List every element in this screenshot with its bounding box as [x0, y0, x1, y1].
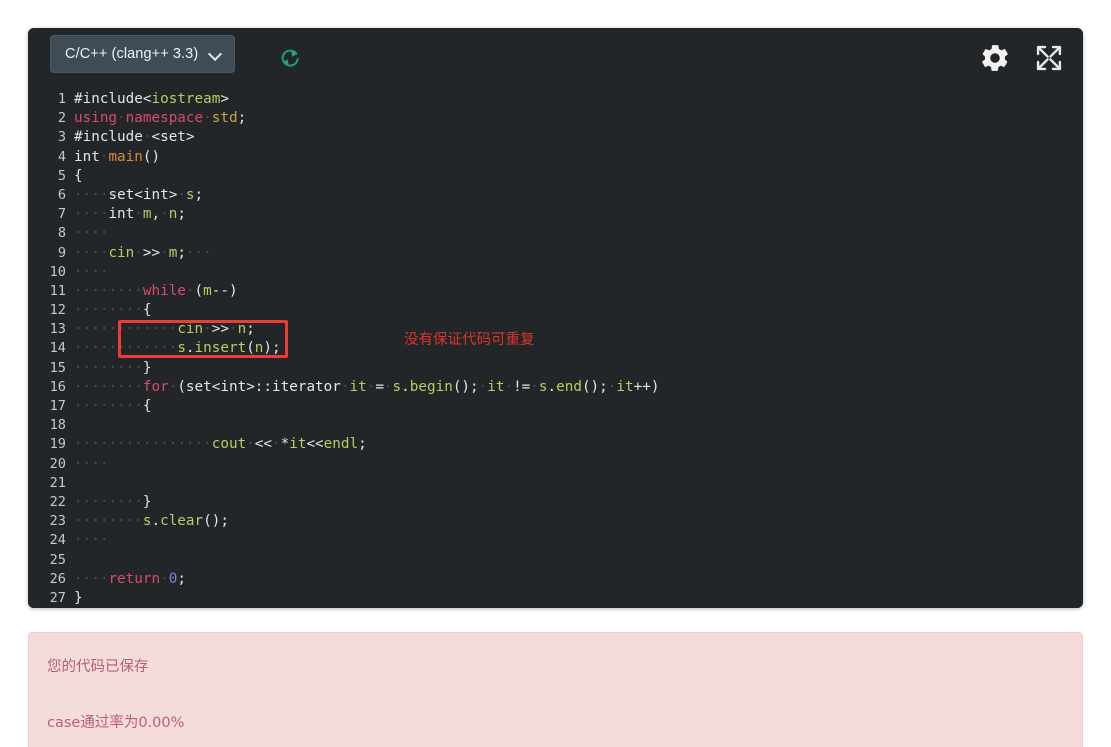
line-number: 9 — [57, 244, 66, 261]
code-line-text: ····return·0; — [74, 570, 186, 587]
code-line-text: ···· — [74, 532, 109, 549]
code-line[interactable]: 4 int·main() — [28, 148, 1083, 167]
line-number: 21 — [49, 474, 66, 491]
expand-arrows-icon — [1036, 45, 1062, 71]
code-line[interactable]: 9 ····cin·>>·m;··· — [28, 244, 1083, 263]
fullscreen-button[interactable] — [1031, 40, 1067, 76]
line-number: 16 — [49, 378, 66, 395]
chevron-down-icon — [210, 48, 222, 60]
code-line[interactable]: 5{ — [28, 167, 1083, 186]
line-number: 18 — [49, 417, 66, 434]
code-line[interactable]: 22 ········} — [28, 493, 1083, 512]
line-number: 24 — [49, 532, 66, 549]
code-line[interactable]: 13 ············cin·>>·n; — [28, 320, 1083, 339]
code-line-text: ········while·(m--) — [74, 282, 238, 299]
code-line-text: ········s.clear(); — [74, 513, 229, 530]
line-number: 17 — [49, 398, 66, 414]
line-number: 3 — [57, 129, 66, 146]
code-line-text: ····cin·>>·m;··· — [74, 244, 212, 261]
code-line[interactable]: 11 ········while·(m--) — [28, 282, 1083, 301]
code-line[interactable]: 20 ···· — [28, 455, 1083, 474]
code-line-text: int·main() — [74, 148, 161, 165]
language-select-label: C/C++ (clang++ 3.3) — [65, 46, 199, 62]
code-line-text: ···· — [74, 225, 109, 242]
code-line-text: ········for·(set<int>::iterator·it·=·s.b… — [74, 378, 660, 395]
code-line[interactable]: 8 ···· — [28, 224, 1083, 243]
refresh-icon — [281, 49, 299, 67]
code-line[interactable]: 27} — [28, 589, 1083, 608]
code-line-text: ········} — [74, 359, 152, 376]
line-number: 2 — [57, 110, 66, 127]
line-number: 5 — [57, 167, 66, 184]
code-line[interactable]: 24 ···· — [28, 531, 1083, 550]
code-line[interactable]: 10 ···· — [28, 263, 1083, 282]
line-number: 1 — [57, 91, 66, 107]
result-panel: 您的代码已保存 case通过率为0.00% — [28, 632, 1083, 747]
refresh-button[interactable] — [277, 45, 303, 71]
toolbar-actions — [977, 40, 1067, 76]
code-line[interactable]: 26 ····return·0; — [28, 570, 1083, 589]
code-line-text: { — [74, 167, 83, 184]
code-line[interactable]: 25 — [28, 551, 1083, 570]
code-editor-card: C/C++ (clang++ 3.3) 1 #include<iostream>… — [28, 28, 1083, 608]
code-line[interactable]: 16 ········for·(set<int>::iterator·it·=·s… — [28, 378, 1083, 397]
code-line[interactable]: 21 — [28, 474, 1083, 493]
code-line-text: ········} — [74, 493, 152, 510]
saved-message: 您的代码已保存 — [47, 659, 149, 675]
code-line[interactable]: 12 ········{ — [28, 301, 1083, 320]
line-number: 20 — [49, 455, 66, 472]
line-number: 8 — [57, 225, 66, 242]
code-line[interactable]: 23 ········s.clear(); — [28, 512, 1083, 531]
line-number: 27 — [49, 589, 66, 606]
code-line[interactable]: 14 ············s.insert(n); — [28, 339, 1083, 358]
editor-toolbar: C/C++ (clang++ 3.3) — [28, 28, 1083, 88]
code-line-text: #include·<set> — [74, 129, 195, 146]
code-area[interactable]: 1 #include<iostream> 2 using·namespace·std;… — [28, 88, 1083, 608]
code-line-text: ····int·m,·n; — [74, 206, 186, 223]
line-number: 22 — [49, 493, 66, 510]
code-line[interactable]: 18 — [28, 416, 1083, 435]
code-line-text: ········{ — [74, 398, 152, 414]
code-line[interactable]: 7 ····int·m,·n; — [28, 205, 1083, 224]
code-line[interactable]: 19 ················cout·<<·*it<<endl; — [28, 435, 1083, 454]
line-number: 13 — [49, 321, 66, 338]
code-line-text: } — [74, 589, 83, 606]
line-number: 7 — [57, 206, 66, 223]
line-number: 23 — [49, 513, 66, 530]
line-number: 6 — [57, 186, 66, 203]
code-line-text: ····set<int>·s; — [74, 186, 204, 203]
annotation-text: 没有保证代码可重复 — [404, 332, 535, 348]
code-line[interactable]: 15 ········} — [28, 359, 1083, 378]
gear-icon — [982, 45, 1008, 71]
page-root: C/C++ (clang++ 3.3) 1 #include<iostream>… — [0, 0, 1111, 747]
line-number: 15 — [49, 359, 66, 376]
line-number: 26 — [49, 570, 66, 587]
code-line-text: ············cin·>>·n; — [74, 321, 255, 338]
code-line[interactable]: 3 #include·<set> — [28, 128, 1083, 147]
line-number: 25 — [49, 551, 66, 568]
code-line-text: ········{ — [74, 302, 152, 319]
code-line-text: ···· — [74, 455, 109, 472]
line-number: 19 — [49, 436, 66, 453]
code-line-text: ················cout·<<·*it<<endl; — [74, 436, 367, 453]
language-select[interactable]: C/C++ (clang++ 3.3) — [50, 35, 236, 73]
code-lines[interactable]: 1 #include<iostream> 2 using·namespace·std;… — [28, 90, 1083, 608]
line-number: 4 — [57, 148, 66, 165]
code-line-text: ···· — [74, 263, 109, 280]
line-number: 14 — [49, 340, 66, 357]
pass-rate-message: case通过率为0.00% — [47, 715, 185, 731]
line-number: 12 — [49, 302, 66, 319]
code-line-text: ············s.insert(n); — [74, 340, 281, 357]
result-spacer — [47, 677, 1082, 713]
line-number: 10 — [49, 263, 66, 280]
code-line[interactable]: 6 ····set<int>·s; — [28, 186, 1083, 205]
code-line[interactable]: 2 using·namespace·std; — [28, 109, 1083, 128]
code-line-text: #include<iostream> — [74, 91, 229, 107]
code-line[interactable]: 17 ········{ — [28, 397, 1083, 416]
code-line[interactable]: 1 #include<iostream> — [28, 90, 1083, 109]
line-number: 11 — [49, 282, 66, 299]
code-line-text: using·namespace·std; — [74, 110, 247, 127]
settings-button[interactable] — [977, 40, 1013, 76]
